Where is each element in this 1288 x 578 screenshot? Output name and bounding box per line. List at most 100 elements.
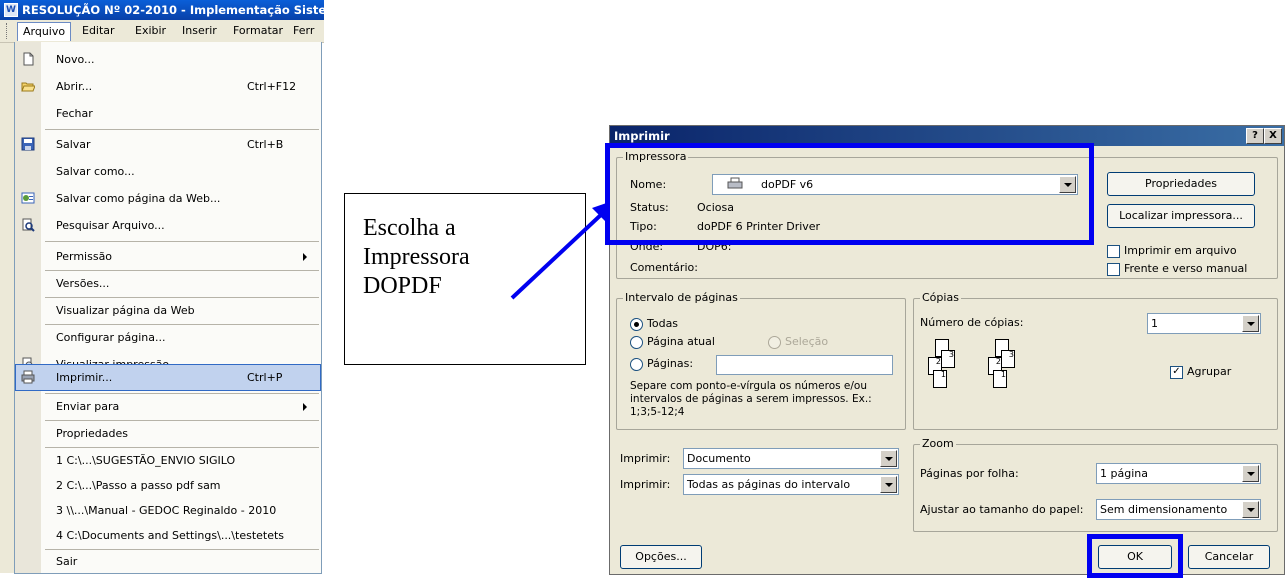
- print-what-value: Documento: [687, 452, 751, 465]
- copies-count-label: Número de cópias:: [920, 316, 1024, 329]
- toolbar-grip[interactable]: [6, 23, 10, 39]
- copies-spinner[interactable]: 1: [1147, 313, 1261, 334]
- range-pages-radio[interactable]: [630, 358, 643, 371]
- group-legend: Zoom: [920, 437, 956, 450]
- file-menu: Novo... Abrir... Ctrl+F12 Fechar Salvar …: [14, 42, 322, 574]
- menu-item-configurar[interactable]: Configurar página...: [15, 324, 321, 351]
- menu-item-label: Enviar para: [56, 400, 120, 413]
- print-what-label: Imprimir:: [620, 452, 671, 465]
- printer-icon: [21, 370, 35, 384]
- menu-item-label: Imprimir...: [56, 371, 113, 384]
- menu-item-abrir[interactable]: Abrir... Ctrl+F12: [15, 73, 321, 100]
- range-hint: intervalos de páginas a serem impressos.…: [630, 393, 872, 405]
- dialog-title: Imprimir: [614, 129, 670, 143]
- menu-item-propriedades[interactable]: Propriedades: [15, 420, 321, 447]
- menu-formatar[interactable]: Formatar: [228, 22, 288, 40]
- printer-highlight-box: [605, 143, 1094, 245]
- recent-file-2[interactable]: 2 C:\...\Passo a passo pdf sam: [15, 472, 321, 499]
- menu-item-fechar[interactable]: Fechar: [15, 100, 321, 127]
- recent-file-1[interactable]: 1 C:\...\SUGESTÃO_ENVIO SIGILO: [15, 447, 321, 474]
- menu-item-label: Novo...: [56, 53, 95, 66]
- range-hint: 1;3;5-12;4: [630, 406, 685, 418]
- properties-button[interactable]: Propriedades: [1107, 172, 1255, 196]
- menu-item-versoes[interactable]: Versões...: [15, 270, 321, 297]
- duplex-manual-checkbox[interactable]: [1107, 263, 1120, 276]
- menu-item-label: Pesquisar Arquivo...: [56, 219, 165, 232]
- print-what-select[interactable]: Documento: [683, 448, 899, 469]
- recent-file-4[interactable]: 4 C:\Documents and Settings\...\testetet…: [15, 522, 321, 549]
- menu-separator: [45, 129, 319, 130]
- menu-item-salvar-como[interactable]: Salvar como...: [15, 158, 321, 185]
- print-range-select[interactable]: Todas as páginas do intervalo: [683, 474, 899, 495]
- chevron-down-icon[interactable]: [880, 450, 897, 467]
- range-current-radio[interactable]: [630, 336, 643, 349]
- annotation-text: Escolha a Impressora DOPDF: [363, 214, 470, 301]
- duplex-manual-label: Frente e verso manual: [1124, 262, 1248, 275]
- annotation-line: Impressora: [363, 244, 470, 270]
- submenu-arrow-icon: [303, 253, 307, 261]
- menu-item-sair[interactable]: Sair: [15, 548, 321, 575]
- web-page-icon: [21, 192, 35, 204]
- collate-checkbox[interactable]: ✓: [1170, 366, 1183, 379]
- menu-item-label: Salvar como página da Web...: [56, 192, 221, 205]
- menu-item-shortcut: Ctrl+B: [247, 138, 284, 151]
- print-range-value: Todas as páginas do intervalo: [687, 478, 851, 491]
- scale-to-paper-select[interactable]: Sem dimensionamento: [1096, 499, 1261, 520]
- range-selection-radio[interactable]: [768, 336, 781, 349]
- collate-label: Agrupar: [1187, 365, 1232, 378]
- menu-inserir[interactable]: Inserir: [177, 22, 222, 40]
- comment-label: Comentário:: [630, 261, 698, 274]
- range-all-label: Todas: [647, 317, 679, 330]
- recent-file-3[interactable]: 3 \\...\Manual - GEDOC Reginaldo - 2010: [15, 497, 321, 524]
- menu-item-label: Propriedades: [56, 427, 128, 440]
- menu-item-label: Versões...: [56, 277, 110, 290]
- menu-item-label: Salvar: [56, 138, 91, 151]
- pages-per-sheet-label: Páginas por folha:: [920, 467, 1019, 480]
- find-printer-button[interactable]: Localizar impressora...: [1107, 204, 1255, 228]
- menu-item-permissao[interactable]: Permissão: [15, 243, 321, 270]
- menu-editar[interactable]: Editar: [77, 22, 120, 40]
- menu-separator: [45, 241, 319, 242]
- open-folder-icon: [21, 82, 35, 92]
- scale-to-paper-value: Sem dimensionamento: [1100, 503, 1228, 516]
- menu-item-imprimir[interactable]: Imprimir... Ctrl+P: [15, 364, 321, 391]
- menu-item-enviar-para[interactable]: Enviar para: [15, 393, 321, 420]
- chevron-down-icon[interactable]: [1242, 465, 1259, 482]
- word-title: RESOLUÇÃO Nº 02-2010 - Implementação Sis…: [22, 3, 324, 17]
- menu-item-label: Fechar: [56, 107, 93, 120]
- menu-item-shortcut: Ctrl+F12: [247, 80, 297, 93]
- word-window: W RESOLUÇÃO Nº 02-2010 - Implementação Si…: [0, 0, 324, 574]
- range-selection-label: Seleção: [785, 335, 829, 348]
- menu-item-salvar[interactable]: Salvar Ctrl+B: [15, 131, 321, 158]
- print-range-label: Imprimir:: [620, 478, 671, 491]
- menu-exibir[interactable]: Exibir: [130, 22, 171, 40]
- pages-per-sheet-value: 1 página: [1100, 467, 1148, 480]
- menu-item-label: Abrir...: [56, 80, 93, 93]
- chevron-down-icon[interactable]: [1242, 501, 1259, 518]
- menu-item-visualizar-web[interactable]: Visualizar página da Web: [15, 297, 321, 324]
- new-document-icon: [23, 52, 34, 66]
- print-to-file-checkbox[interactable]: [1107, 245, 1120, 258]
- ok-highlight-box: [1087, 534, 1183, 578]
- search-file-icon: [22, 218, 35, 232]
- menu-item-pesquisar[interactable]: Pesquisar Arquivo...: [15, 212, 321, 239]
- options-button[interactable]: Opções...: [620, 545, 702, 569]
- spinner-arrows-icon[interactable]: [1242, 315, 1259, 332]
- word-menubar: Arquivo Editar Exibir Inserir Formatar F…: [0, 20, 324, 43]
- menu-item-salvar-web[interactable]: Salvar como página da Web...: [15, 185, 321, 212]
- range-pages-label: Páginas:: [647, 357, 694, 370]
- close-button[interactable]: X: [1264, 128, 1282, 144]
- menu-ferramentas[interactable]: Ferr: [288, 22, 319, 40]
- chevron-down-icon[interactable]: [880, 476, 897, 493]
- menu-item-label: Permissão: [56, 250, 113, 263]
- menu-item-label: Salvar como...: [56, 165, 135, 178]
- annotation-line: DOPDF: [363, 273, 442, 299]
- cancel-button[interactable]: Cancelar: [1188, 545, 1270, 569]
- pages-input[interactable]: [716, 355, 893, 375]
- range-all-radio[interactable]: [630, 318, 643, 331]
- pages-per-sheet-select[interactable]: 1 página: [1096, 463, 1261, 484]
- menu-item-novo[interactable]: Novo...: [15, 46, 321, 73]
- help-button[interactable]: ?: [1246, 128, 1264, 144]
- menu-item-label: 3 \\...\Manual - GEDOC Reginaldo - 2010: [56, 504, 277, 517]
- menu-arquivo[interactable]: Arquivo: [17, 22, 72, 41]
